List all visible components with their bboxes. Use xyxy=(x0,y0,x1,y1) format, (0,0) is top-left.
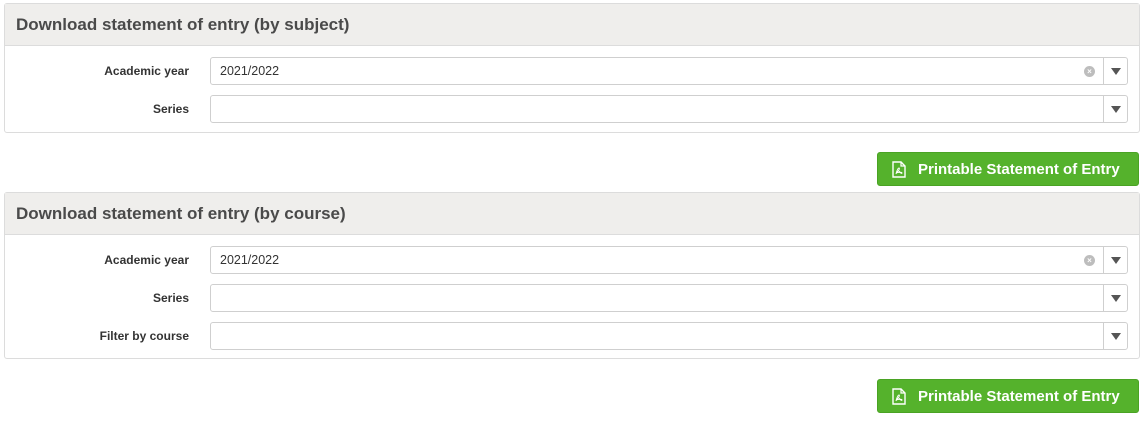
filter-by-course-label: Filter by course xyxy=(99,329,189,343)
subject-series-row: Series xyxy=(5,95,1139,123)
dropdown-toggle[interactable] xyxy=(1103,96,1127,122)
academic-year-value: 2021/2022 xyxy=(220,253,280,267)
course-statement-panel: Download statement of entry (by course) … xyxy=(4,192,1140,359)
pdf-file-icon xyxy=(892,387,906,405)
pdf-file-icon xyxy=(892,160,906,178)
clear-icon[interactable]: × xyxy=(1084,255,1095,266)
clear-icon[interactable]: × xyxy=(1084,66,1095,77)
chevron-down-icon xyxy=(1111,333,1121,340)
course-panel-title: Download statement of entry (by course) xyxy=(5,193,1139,235)
subject-academic-year-select[interactable]: 2021/2022 × xyxy=(210,57,1128,85)
course-series-row: Series xyxy=(5,284,1139,312)
academic-year-label: Academic year xyxy=(104,253,189,267)
chevron-down-icon xyxy=(1111,257,1121,264)
course-filter-row: Filter by course xyxy=(5,322,1139,350)
chevron-down-icon xyxy=(1111,68,1121,75)
subject-academic-year-row: Academic year 2021/2022 × xyxy=(5,57,1139,85)
series-label: Series xyxy=(152,102,189,116)
dropdown-toggle[interactable] xyxy=(1103,285,1127,311)
button-label: Printable Statement of Entry xyxy=(918,160,1120,178)
chevron-down-icon xyxy=(1111,295,1121,302)
subject-statement-panel: Download statement of entry (by subject)… xyxy=(4,3,1140,133)
subject-series-select[interactable] xyxy=(210,95,1128,123)
filter-by-course-select[interactable] xyxy=(210,322,1128,350)
course-series-select[interactable] xyxy=(210,284,1128,312)
dropdown-toggle[interactable] xyxy=(1103,323,1127,349)
course-academic-year-row: Academic year 2021/2022 × xyxy=(5,246,1139,274)
subject-panel-title: Download statement of entry (by subject) xyxy=(5,4,1139,46)
button-label: Printable Statement of Entry xyxy=(918,387,1120,405)
course-printable-statement-button[interactable]: Printable Statement of Entry xyxy=(877,379,1139,413)
dropdown-toggle[interactable] xyxy=(1103,58,1127,84)
subject-printable-statement-button[interactable]: Printable Statement of Entry xyxy=(877,152,1139,186)
academic-year-label: Academic year xyxy=(104,64,189,78)
chevron-down-icon xyxy=(1111,106,1121,113)
course-academic-year-select[interactable]: 2021/2022 × xyxy=(210,246,1128,274)
academic-year-value: 2021/2022 xyxy=(220,64,280,78)
dropdown-toggle[interactable] xyxy=(1103,247,1127,273)
series-label: Series xyxy=(152,291,189,305)
